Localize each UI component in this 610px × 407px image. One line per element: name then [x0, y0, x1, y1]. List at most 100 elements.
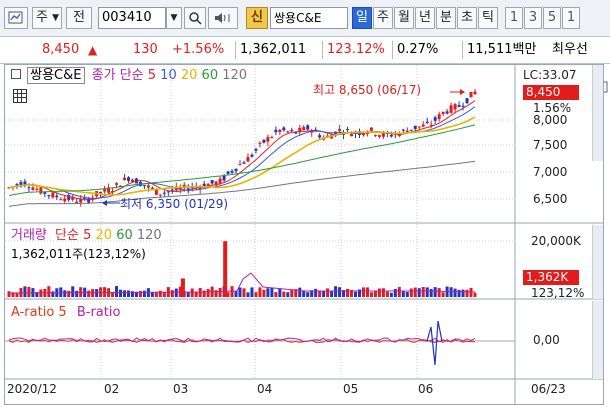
volume-bar [473, 292, 477, 297]
volume-bar [393, 288, 397, 297]
volume-legend: 거래량 단순 5 20 60 120 [11, 228, 162, 244]
credit-badge[interactable]: 신 [246, 7, 268, 29]
ratio-spike [426, 320, 443, 366]
candle-body [425, 121, 429, 124]
period-button-2[interactable]: 3 [524, 7, 542, 29]
candle-body [115, 183, 119, 185]
candle-body [210, 180, 214, 184]
tab-3[interactable]: 월 [394, 7, 414, 29]
candle-body [282, 127, 286, 131]
tab-7[interactable]: 틱 [478, 7, 498, 29]
price-y-tick: 8,000 [533, 113, 568, 127]
volume-bar [274, 292, 278, 297]
volume-bar [202, 290, 206, 297]
stock-code-input[interactable]: 003410 [98, 7, 166, 29]
period-button-3[interactable]: 5 [543, 7, 561, 29]
legend-ma-120: 120 [218, 68, 248, 83]
turnover-rate: 0.27% [392, 41, 438, 59]
stock-search-icon[interactable] [4, 7, 28, 29]
candle-body [242, 162, 246, 164]
tab-5[interactable]: 분 [436, 7, 456, 29]
candle-body [234, 168, 238, 172]
volume-bar [298, 287, 302, 297]
volume-bar [429, 289, 433, 297]
candle-body [126, 177, 130, 181]
candle-body [55, 195, 59, 198]
candle-body [35, 188, 39, 190]
candle-body [369, 127, 373, 131]
volume-bar [250, 287, 254, 297]
legend-ma-60: 60 [197, 68, 219, 83]
volume-bar [119, 289, 123, 297]
volume-value-line: 1,362,011주(123,12%) [11, 247, 146, 261]
volume-bar [75, 290, 79, 297]
volume-bar [373, 291, 377, 297]
volume-bar [186, 292, 190, 297]
candle-body [409, 129, 413, 131]
volume-bar [314, 288, 318, 297]
chart-type-button[interactable]: 전 [66, 7, 92, 29]
period-button-1[interactable]: 1 [505, 7, 523, 29]
price-y-tick: 7,500 [533, 138, 568, 152]
volume-bar [262, 289, 266, 297]
candle-body [413, 125, 417, 129]
volume-bar [282, 291, 286, 297]
tab-4[interactable]: 년 [415, 7, 435, 29]
price-panel-scrollbar[interactable] [592, 65, 603, 161]
x-axis-label: 03 [173, 382, 189, 396]
ratio-panel-scrollbar[interactable] [592, 301, 603, 379]
volume-bar [123, 290, 127, 297]
volume-bar [246, 292, 250, 297]
candle-body [377, 135, 381, 137]
candle-body [429, 124, 433, 126]
sound-icon[interactable] [208, 7, 238, 29]
volume-bar [409, 288, 413, 297]
candle-body [373, 135, 377, 137]
stock-name-field[interactable]: 쌍용C&E [270, 7, 348, 29]
volume-bar [190, 288, 194, 297]
candle-body [142, 185, 146, 187]
volume-bar [126, 290, 130, 297]
code-dropdown-chevron-icon[interactable]: ▼ [166, 7, 182, 29]
volume-bar [7, 291, 11, 297]
volume-bar [71, 286, 75, 297]
period-button-4[interactable]: 1 [562, 7, 580, 29]
candle-body [258, 142, 262, 144]
candle-body [59, 199, 63, 201]
candle-body [99, 191, 103, 194]
volume-legend-periods: 5 20 60 120 [83, 228, 162, 243]
candle-body [170, 189, 174, 191]
volume-bar [218, 287, 222, 297]
candle-body [123, 177, 127, 180]
volume-bar [401, 290, 405, 297]
volume-pct-tag: 123,12% [531, 286, 585, 300]
volume-bar [381, 288, 385, 297]
tab-1[interactable]: 일 [352, 7, 372, 29]
period-dropdown[interactable]: 주 ▼ [32, 7, 62, 29]
candle-body [318, 135, 322, 138]
volume-bar [170, 290, 174, 297]
chart-area[interactable]: 쌍용C&E 종가 단순 5 10 20 60 120 최고 8,650 (06/… [4, 64, 604, 405]
ratio-lines [5, 320, 515, 366]
volume-bar [278, 288, 282, 297]
candle-body [39, 187, 43, 194]
volume-bar [286, 292, 290, 297]
ma-line-60 [8, 124, 476, 196]
table-grid-icon[interactable] [13, 89, 27, 103]
candle-body [278, 129, 282, 133]
price-change: 130 [133, 42, 158, 57]
volume-bar [258, 287, 262, 297]
volume-ratio: 123.12% [322, 41, 385, 59]
volume-panel-scrollbar[interactable] [592, 225, 603, 299]
tab-6[interactable]: 초 [457, 7, 477, 29]
volume-bar [59, 287, 63, 297]
candle-body [87, 198, 91, 203]
tab-2[interactable]: 주 [373, 7, 393, 29]
volume-spike-bar [223, 241, 228, 297]
candle-body [457, 105, 461, 107]
legend-ma-10: 10 [156, 68, 177, 83]
search-icon[interactable] [184, 7, 206, 29]
volume-bar [465, 289, 469, 297]
volume-bar [302, 290, 306, 297]
volume-bar [417, 288, 421, 297]
